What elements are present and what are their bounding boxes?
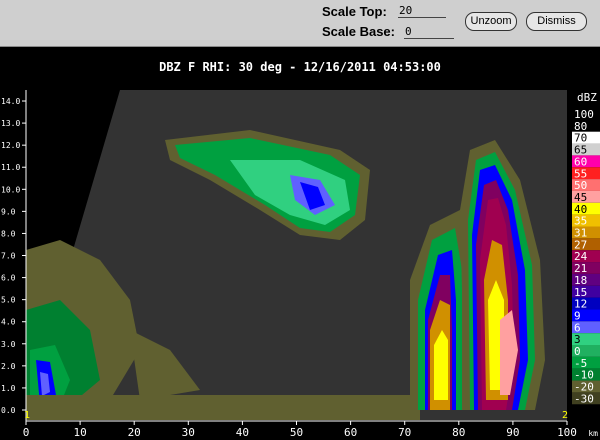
corner-marker-left: 1 bbox=[24, 410, 30, 421]
dbz-legend: dBZ 100807065605550454035312724211815129… bbox=[572, 91, 600, 405]
x-tick-label: 50 bbox=[290, 426, 303, 439]
x-tick-label: 90 bbox=[506, 426, 519, 439]
y-tick-label: 11.0 bbox=[1, 163, 20, 172]
x-tick-label: 10 bbox=[73, 426, 86, 439]
y-tick-label: 8.0 bbox=[1, 229, 16, 238]
x-tick-label: 60 bbox=[344, 426, 357, 439]
legend-label: -30 bbox=[574, 392, 594, 405]
x-tick-label: 100 bbox=[557, 426, 577, 439]
y-tick-label: 10.0 bbox=[1, 185, 20, 194]
y-tick-label: 2.0 bbox=[1, 362, 16, 371]
y-tick-label: 9.0 bbox=[1, 207, 16, 216]
y-tick-label: 6.0 bbox=[1, 274, 16, 283]
y-tick-label: 13.0 bbox=[1, 119, 20, 128]
legend-unit: dBZ bbox=[577, 91, 597, 104]
y-tick-label: 4.0 bbox=[1, 318, 16, 327]
x-axis-unit: km bbox=[588, 429, 598, 438]
y-tick-label: 0.0 bbox=[1, 406, 16, 415]
x-axis-ticks: 0 10 20 30 40 50 60 70 80 90 100 km bbox=[23, 421, 598, 439]
y-tick-label: 7.0 bbox=[1, 252, 16, 261]
y-tick-label: 12.0 bbox=[1, 141, 20, 150]
y-tick-label: 1.0 bbox=[1, 384, 16, 393]
y-tick-label: 5.0 bbox=[1, 296, 16, 305]
corner-marker-right: 2 bbox=[562, 410, 568, 421]
y-tick-label: 3.0 bbox=[1, 340, 16, 349]
x-tick-label: 80 bbox=[452, 426, 465, 439]
y-tick-label: 14.0 bbox=[1, 97, 20, 106]
x-tick-label: 0 bbox=[23, 426, 30, 439]
y-axis-ticks: 0.0 1.0 2.0 3.0 4.0 5.0 6.0 7.0 8.0 9.0 10.0 11.0 12… bbox=[1, 97, 26, 415]
x-tick-label: 20 bbox=[128, 426, 141, 439]
x-tick-label: 30 bbox=[182, 426, 195, 439]
x-tick-label: 70 bbox=[398, 426, 411, 439]
x-tick-label: 40 bbox=[236, 426, 249, 439]
rhi-plot[interactable]: 0.01.02.03.04.05.06.07.08.09.010.011.012… bbox=[0, 0, 600, 440]
